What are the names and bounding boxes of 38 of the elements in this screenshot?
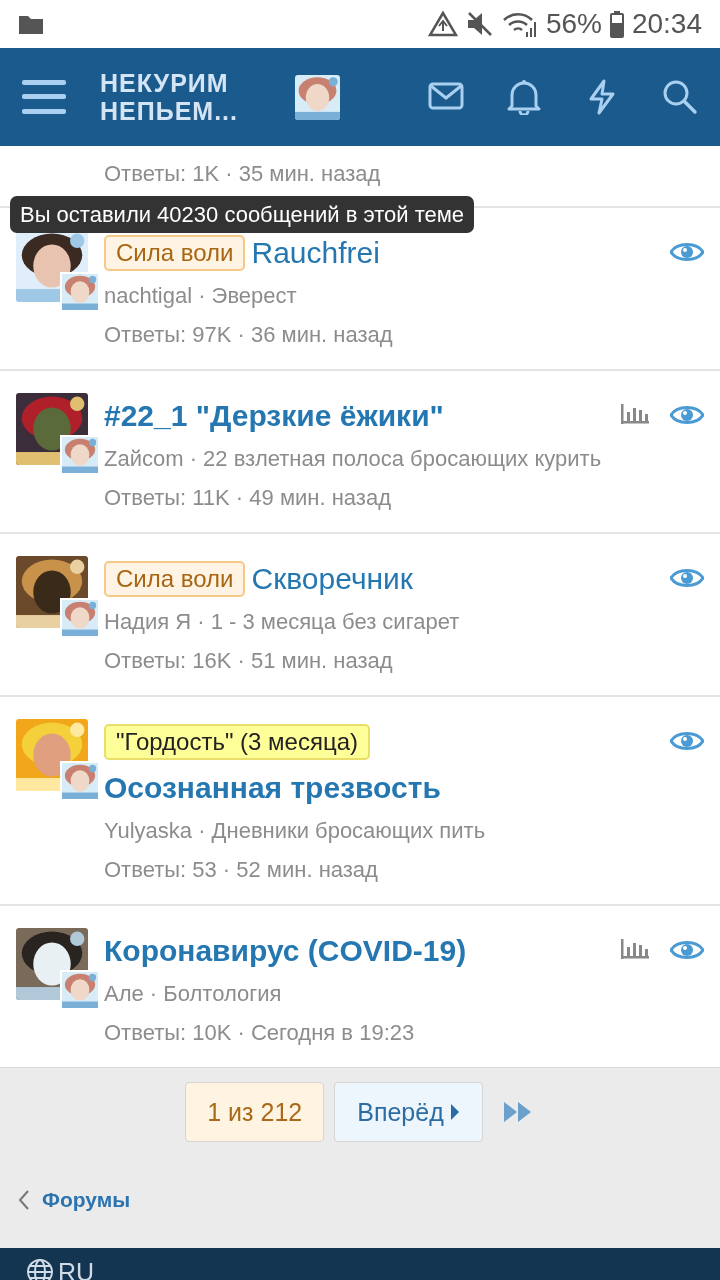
thread-author-forum: Zaйcom · 22 взлетная полоса бросающих курить [104, 445, 603, 473]
site-logo[interactable]: НЕКУРИМ НЕПЬЕМ... [100, 69, 238, 125]
thread-title[interactable]: Rauchfrei [251, 230, 380, 276]
search-icon[interactable] [662, 79, 698, 115]
clock: 20:34 [631, 8, 702, 40]
tooltip: Вы оставили 40230 сообщений в этой теме [10, 196, 475, 233]
chevron-left-icon [18, 1189, 30, 1211]
thread-meta: Ответы: 97K · 36 мин. назад [104, 321, 394, 349]
caret-icon [449, 1103, 460, 1121]
thread-author-forum: Але · Болтология [104, 980, 283, 1008]
last-page-icon[interactable] [502, 1101, 533, 1123]
wifi-signal-icon [501, 10, 538, 38]
thread-meta: Ответы: 10K · Сегодня в 19:23 [104, 1019, 416, 1047]
thread-meta: Ответы: 16K · 51 мин. назад [104, 647, 394, 675]
prefix-tag: "Гордость" (3 месяца) [104, 724, 371, 760]
thread-title[interactable]: Скворечник [251, 556, 413, 602]
thread-author-forum: nachtigal · Эверест [104, 282, 298, 310]
breadcrumb-link[interactable]: Форумы [42, 1188, 131, 1212]
battery-percent: 56% [545, 8, 602, 40]
thread-meta: Ответы: 1K · 35 мин. назад [104, 160, 382, 188]
thread-title[interactable]: Осознанная трезвость [104, 765, 441, 811]
bell-icon[interactable] [506, 79, 542, 115]
thread-meta: Ответы: 53 · 52 мин. назад [104, 856, 379, 884]
mute-icon [465, 10, 494, 38]
next-page-button[interactable]: Вперёд [334, 1082, 483, 1142]
menu-icon[interactable] [22, 80, 66, 114]
prefix-tag: Сила воли [104, 561, 246, 597]
thread-meta: Ответы: 11K · 49 мин. назад [104, 484, 392, 512]
folder-icon [18, 13, 44, 35]
prefix-tag: Сила воли [104, 235, 246, 271]
data-saver-icon [427, 10, 458, 38]
battery-icon [609, 10, 624, 38]
globe-icon[interactable] [26, 1258, 54, 1280]
page-indicator-button[interactable]: 1 из 212 [185, 1082, 325, 1142]
thread-title[interactable]: Коронавирус (COVID-19) [104, 928, 467, 974]
thread-author-forum: Yulyaska · Дневники бросающих пить [104, 817, 487, 845]
thread-title[interactable]: #22_1 "Дерзкие ёжики" [104, 393, 444, 439]
thread-author-forum: Надия Я · 1 - 3 месяца без сигарет [104, 608, 461, 636]
